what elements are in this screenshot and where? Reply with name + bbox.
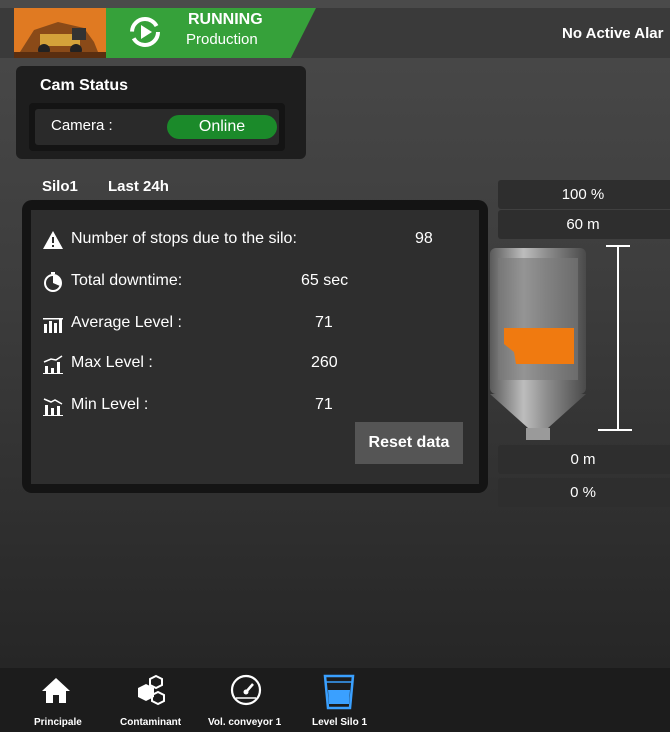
stat-value: 260 (311, 354, 338, 371)
stat-label: Min Level : (71, 396, 149, 413)
level-bottom-percent: 0 % (498, 478, 670, 507)
max-level-icon (43, 355, 63, 374)
stat-label: Max Level : (71, 354, 153, 371)
status-title: RUNNING (188, 11, 263, 28)
camera-status-box: Camera : Online (29, 103, 285, 151)
bottom-nav: Principale Contaminant Vol. conveyor 1 L… (0, 668, 670, 732)
nav-label: Level Silo 1 (312, 717, 368, 728)
average-level-icon (43, 318, 63, 333)
stat-label: Total downtime: (71, 272, 183, 289)
warning-icon (43, 231, 63, 249)
stat-label: Average Level : (71, 314, 182, 331)
silo-period: Last 24h (108, 178, 169, 195)
silo-stats-inner: Number of stops due to the silo: 98 Tota… (31, 210, 479, 484)
level-bottom-meters: 0 m (498, 445, 670, 474)
stat-value: 71 (315, 396, 333, 413)
camera-status-row: Camera : Online (35, 109, 279, 145)
nav-label: Principale (34, 717, 82, 728)
alarm-status[interactable]: No Active Alar (562, 25, 663, 42)
stopwatch-icon (44, 272, 62, 292)
camera-label: Camera : (51, 117, 113, 134)
stat-row-average: Average Level : 71 (31, 313, 479, 335)
level-scale (598, 245, 632, 431)
nav-item-contaminant[interactable]: Contaminant (116, 668, 186, 732)
nav-item-vol-conveyor[interactable]: Vol. conveyor 1 (204, 668, 292, 732)
speedometer-icon (230, 674, 262, 706)
stat-label: Number of stops due to the silo: (71, 230, 297, 247)
stat-row-min: Min Level : 71 (31, 395, 479, 417)
cubes-icon (138, 674, 165, 706)
min-level-icon (43, 398, 63, 416)
level-top-meters: 60 m (498, 210, 670, 239)
stat-row-max: Max Level : 260 (31, 353, 479, 375)
stat-value: 98 (415, 230, 433, 247)
app-root: RUNNING Production No Active Alar Cam St… (0, 0, 670, 732)
nav-label: Vol. conveyor 1 (208, 717, 282, 728)
glass-icon (323, 674, 355, 710)
nav-item-principale[interactable]: Principale (26, 668, 86, 732)
refresh-play-icon (130, 17, 160, 47)
stat-value: 71 (315, 314, 333, 331)
header-bar: RUNNING Production No Active Alar (0, 8, 670, 58)
cam-status-title: Cam Status (40, 77, 129, 94)
level-top-percent: 100 % (498, 180, 670, 209)
cam-status-panel: Cam Status Camera : Online (16, 66, 306, 159)
stat-row-stops: Number of stops due to the silo: 98 (31, 229, 479, 251)
reset-data-button[interactable]: Reset data (355, 422, 463, 464)
status-subtitle: Production (186, 31, 258, 48)
stat-row-downtime: Total downtime: 65 sec (31, 271, 479, 293)
camera-online-badge: Online (167, 115, 277, 139)
home-icon (42, 678, 70, 703)
silo-stats-panel: Number of stops due to the silo: 98 Tota… (22, 200, 488, 493)
nav-label: Contaminant (120, 717, 182, 728)
nav-item-level-silo[interactable]: Level Silo 1 (308, 668, 374, 732)
silo-level-graphic (490, 245, 632, 440)
stat-value: 65 sec (301, 272, 349, 289)
running-status-banner: RUNNING Production (106, 8, 316, 58)
silo-name: Silo1 (42, 178, 78, 195)
